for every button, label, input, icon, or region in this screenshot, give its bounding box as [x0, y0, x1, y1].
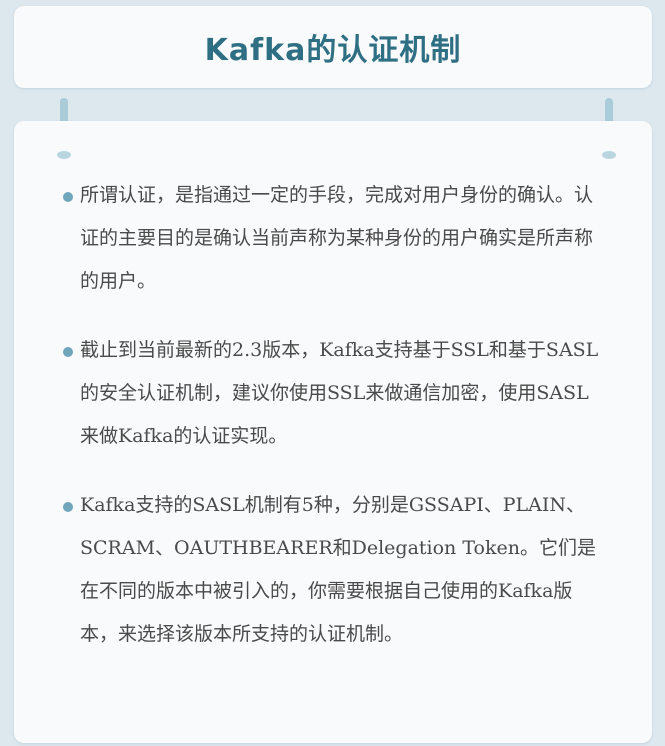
page-title: Kafka的认证机制 — [204, 33, 462, 68]
bullet-text: 所谓认证，是指通过一定的手段，完成对用户身份的确认。认证的主要目的是确认当前声称… — [80, 184, 594, 292]
bullet-dot-icon — [63, 192, 73, 202]
bullet-dot-icon — [63, 347, 73, 357]
left-pin — [57, 151, 71, 159]
bullet-list: 所谓认证，是指通过一定的手段，完成对用户身份的确认。认证的主要目的是确认当前声称… — [62, 174, 602, 682]
bullet-text: Kafka支持的SASL机制有5种，分别是GSSAPI、PLAIN、SCRAM、… — [80, 494, 596, 645]
right-pin — [602, 151, 616, 159]
bullet-item: 截止到当前最新的2.3版本，Kafka支持基于SSL和基于SASL的安全认证机制… — [62, 329, 602, 458]
title-card: Kafka的认证机制 — [14, 6, 652, 88]
bullet-text: 截止到当前最新的2.3版本，Kafka支持基于SSL和基于SASL的安全认证机制… — [80, 339, 599, 447]
bullet-dot-icon — [63, 502, 73, 512]
bullet-item: 所谓认证，是指通过一定的手段，完成对用户身份的确认。认证的主要目的是确认当前声称… — [62, 174, 602, 303]
bullet-item: Kafka支持的SASL机制有5种，分别是GSSAPI、PLAIN、SCRAM、… — [62, 484, 602, 656]
